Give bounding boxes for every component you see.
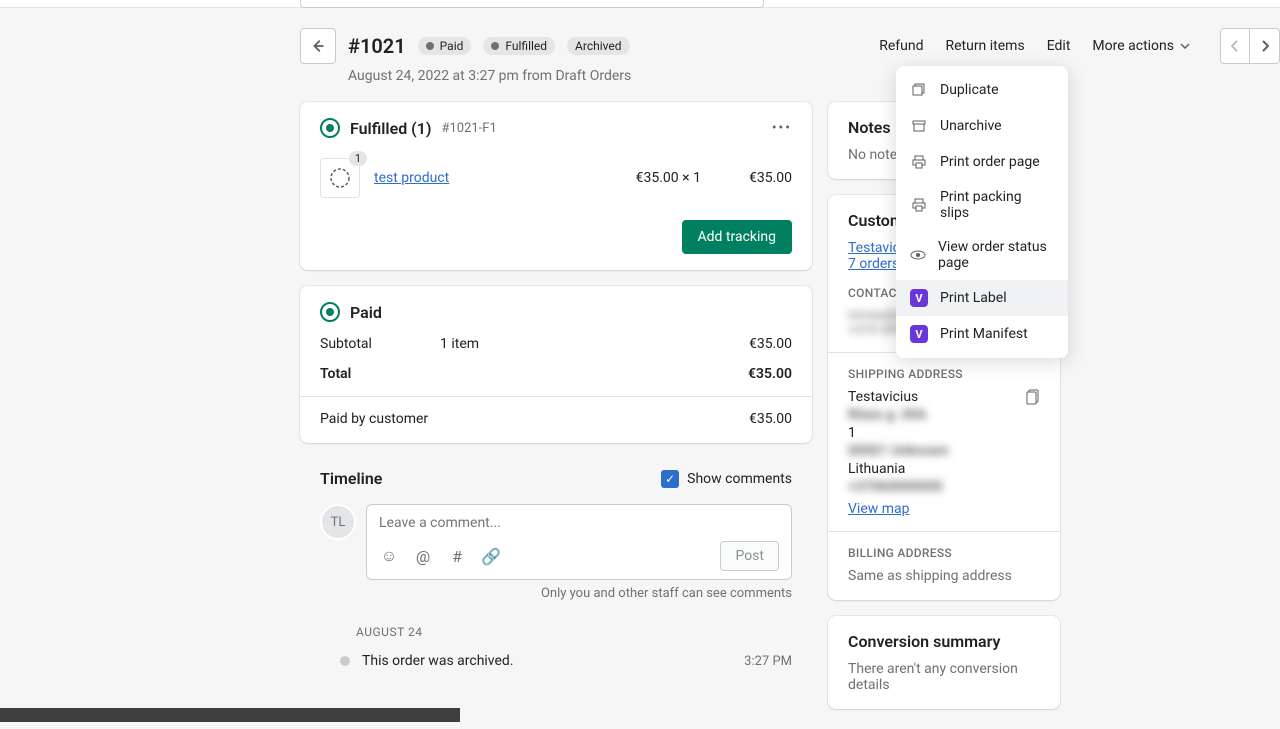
ship-phone: +37060000000: [848, 479, 1040, 495]
comment-input[interactable]: [379, 515, 779, 531]
timeline-title: Timeline: [320, 469, 382, 488]
subtotal-qty: 1 item: [440, 336, 749, 352]
duplicate-icon: [910, 81, 928, 99]
content: #1021 Paid Fulfilled Archived Refund Ret…: [15, 8, 1280, 729]
paid-title: Paid: [350, 303, 382, 322]
subtotal-amount: €35.00: [749, 336, 792, 352]
page-title: #1021: [348, 34, 406, 58]
unarchive-icon: [910, 117, 928, 135]
conversion-card: Conversion summary There aren't any conv…: [828, 616, 1060, 709]
order-header: #1021 Paid Fulfilled Archived Refund Ret…: [300, 28, 1280, 64]
return-items-button[interactable]: Return items: [945, 38, 1024, 54]
fulfilled-status-icon: [320, 118, 340, 138]
dd-view-status[interactable]: View order status page: [896, 230, 1068, 280]
status-badge-paid: Paid: [418, 37, 472, 55]
refund-button[interactable]: Refund: [879, 38, 923, 54]
timeline-item-text: This order was archived.: [362, 653, 514, 669]
pager: [1220, 28, 1280, 64]
status-badge-archived: Archived: [567, 37, 629, 55]
unit-price: €35.00 × 1: [636, 170, 701, 186]
conversion-body: There aren't any conversion details: [848, 661, 1040, 693]
checkbox-checked-icon: ✓: [661, 470, 679, 488]
billing-body: Same as shipping address: [848, 568, 1040, 584]
timeline-date-group: AUGUST 24: [300, 615, 812, 649]
line-item: 1 test product €35.00 × 1 €35.00: [320, 152, 792, 220]
view-map-link[interactable]: View map: [848, 501, 1040, 517]
product-link[interactable]: test product: [374, 170, 449, 186]
ship-line3: 1: [848, 425, 1040, 441]
hashtag-icon[interactable]: #: [447, 547, 467, 566]
paid-status-icon: [320, 302, 340, 322]
dd-print-order[interactable]: Print order page: [896, 144, 1068, 180]
more-actions-button[interactable]: More actions: [1092, 38, 1190, 54]
paid-by-customer-label: Paid by customer: [320, 411, 428, 427]
attachment-icon[interactable]: 🔗: [481, 547, 501, 566]
search-wrap: [300, 0, 764, 8]
ship-country: Lithuania: [848, 461, 1040, 477]
fulfilled-menu-button[interactable]: •••: [772, 120, 792, 136]
emoji-icon[interactable]: ☺: [379, 546, 399, 566]
add-tracking-button[interactable]: Add tracking: [682, 220, 792, 254]
pager-next-button[interactable]: [1250, 28, 1280, 64]
pager-prev-button[interactable]: [1220, 28, 1250, 64]
conversion-title: Conversion summary: [848, 632, 1040, 651]
comment-visibility-note: Only you and other staff can see comment…: [300, 586, 812, 615]
timeline-item-time: 3:27 PM: [744, 654, 792, 669]
timeline-item: This order was archived. 3:27 PM: [300, 649, 812, 673]
print-icon: [910, 196, 928, 214]
fulfilled-title: Fulfilled (1): [350, 119, 431, 138]
paid-by-customer-amount: €35.00: [749, 411, 792, 427]
fulfilled-card: Fulfilled (1) #1021-F1 ••• 1 test produc…: [300, 102, 812, 270]
ship-name: Testavicius: [848, 389, 1040, 405]
back-button[interactable]: [300, 28, 336, 64]
chevron-down-icon: [1180, 43, 1190, 49]
post-button[interactable]: Post: [720, 541, 779, 571]
product-thumbnail[interactable]: 1: [320, 158, 360, 198]
line-total: €35.00: [749, 170, 792, 186]
order-date: August 24, 2022 at 3:27 pm from Draft Or…: [348, 68, 1280, 84]
eye-icon: [910, 246, 926, 264]
mention-icon[interactable]: @: [413, 547, 433, 566]
comment-avatar: TL: [320, 504, 356, 540]
total-amount: €35.00: [748, 366, 792, 382]
timeline-dot-icon: [340, 656, 350, 666]
qty-badge: 1: [349, 151, 367, 166]
dd-print-slips[interactable]: Print packing slips: [896, 180, 1068, 230]
app-icon: V: [910, 325, 928, 343]
fulfillment-id: #1021-F1: [441, 121, 496, 136]
comment-box: ☺ @ # 🔗 Post: [366, 504, 792, 580]
search-icon: [310, 0, 328, 2]
topbar: Setup guide TL Tomas L: [0, 0, 1280, 8]
shipping-address-label: SHIPPING ADDRESS: [848, 367, 1040, 381]
status-badge-fulfilled: Fulfilled: [483, 37, 555, 55]
billing-address-label: BILLING ADDRESS: [848, 546, 1040, 560]
more-actions-dropdown: Duplicate Unarchive Print order page Pri…: [896, 66, 1068, 358]
copy-address-button[interactable]: [1026, 389, 1040, 409]
dd-print-label[interactable]: V Print Label: [896, 280, 1068, 316]
search-input[interactable]: [300, 0, 764, 8]
timeline-card: Timeline ✓ Show comments TL ☺ @ #: [300, 459, 812, 673]
subtotal-label: Subtotal: [320, 336, 440, 352]
show-comments-toggle[interactable]: ✓ Show comments: [661, 470, 792, 488]
paid-card: Paid Subtotal1 item€35.00 Total€35.00 Pa…: [300, 286, 812, 443]
dd-print-manifest[interactable]: V Print Manifest: [896, 316, 1068, 352]
ship-city: 00001 Unknown: [848, 443, 1040, 459]
print-icon: [910, 153, 928, 171]
edit-button[interactable]: Edit: [1047, 38, 1071, 54]
ship-street: Rūsio g. 00A: [848, 407, 1040, 423]
dd-unarchive[interactable]: Unarchive: [896, 108, 1068, 144]
dd-duplicate[interactable]: Duplicate: [896, 72, 1068, 108]
total-label: Total: [320, 366, 440, 382]
app-icon: V: [910, 289, 928, 307]
